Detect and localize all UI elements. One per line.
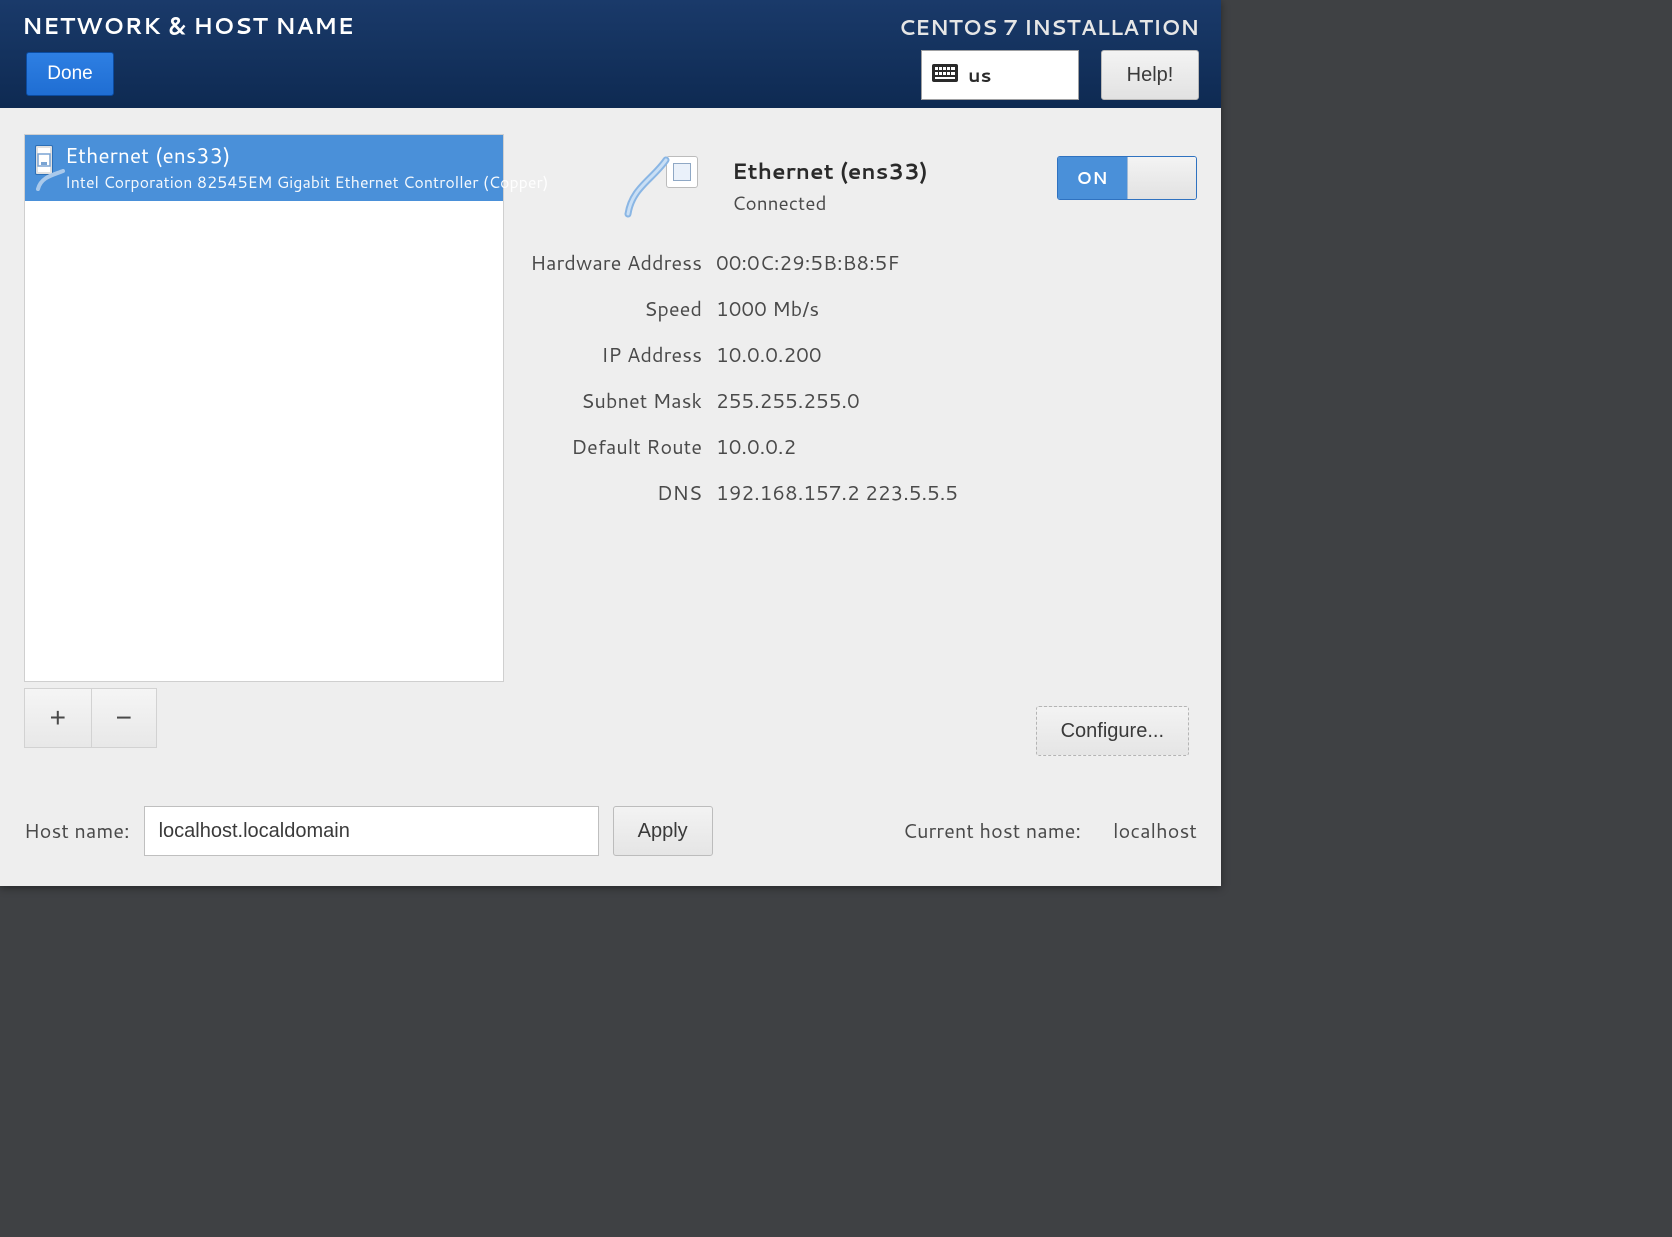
hostname-input[interactable] bbox=[144, 806, 599, 856]
network-interface-item[interactable]: Ethernet (ens33) Intel Corporation 82545… bbox=[25, 135, 503, 201]
keyboard-layout-indicator[interactable]: us bbox=[921, 50, 1079, 100]
add-interface-button[interactable]: + bbox=[25, 689, 91, 747]
network-interface-list[interactable]: Ethernet (ens33) Intel Corporation 82545… bbox=[24, 134, 504, 682]
keyboard-icon bbox=[932, 62, 958, 89]
remove-interface-button[interactable]: − bbox=[91, 689, 157, 747]
ip-address-value: 10.0.0.200 bbox=[716, 341, 1197, 369]
speed-value: 1000 Mb/s bbox=[716, 295, 1197, 323]
help-button[interactable]: Help! bbox=[1101, 50, 1199, 100]
configure-button[interactable]: Configure... bbox=[1036, 706, 1189, 756]
subnet-mask-value: 255.255.255.0 bbox=[716, 387, 1197, 415]
toggle-on-label: ON bbox=[1058, 157, 1127, 199]
interface-detail-title: Ethernet (ens33) bbox=[732, 156, 1043, 187]
ethernet-icon bbox=[640, 156, 718, 188]
hardware-address-value: 00:0C:29:5B:B8:5F bbox=[716, 249, 1197, 277]
page-title: NETWORK & HOST NAME bbox=[22, 10, 354, 42]
interface-name: Ethernet (ens33) bbox=[65, 143, 549, 168]
installer-title: CENTOS 7 INSTALLATION bbox=[899, 12, 1199, 42]
subnet-mask-label: Subnet Mask bbox=[526, 387, 702, 415]
interface-description: Intel Corporation 82545EM Gigabit Ethern… bbox=[65, 171, 549, 194]
current-hostname-label: Current host name: bbox=[903, 817, 1081, 845]
hostname-label: Host name: bbox=[24, 817, 130, 845]
apply-hostname-button[interactable]: Apply bbox=[613, 806, 713, 856]
ip-address-label: IP Address bbox=[526, 341, 702, 369]
done-button[interactable]: Done bbox=[26, 52, 114, 96]
interface-detail-status: Connected bbox=[732, 190, 1043, 217]
keyboard-layout-label: us bbox=[968, 62, 991, 89]
hardware-address-label: Hardware Address bbox=[526, 249, 702, 277]
interface-info-table: Hardware Address 00:0C:29:5B:B8:5F Speed… bbox=[526, 249, 1197, 507]
dns-label: DNS bbox=[526, 479, 702, 507]
interface-enable-toggle[interactable]: ON bbox=[1057, 156, 1197, 200]
speed-label: Speed bbox=[526, 295, 702, 323]
default-route-label: Default Route bbox=[526, 433, 702, 461]
current-hostname-value: localhost bbox=[1113, 817, 1197, 845]
dns-value: 192.168.157.2 223.5.5.5 bbox=[716, 479, 1197, 507]
toggle-handle bbox=[1127, 157, 1197, 199]
default-route-value: 10.0.0.2 bbox=[716, 433, 1197, 461]
